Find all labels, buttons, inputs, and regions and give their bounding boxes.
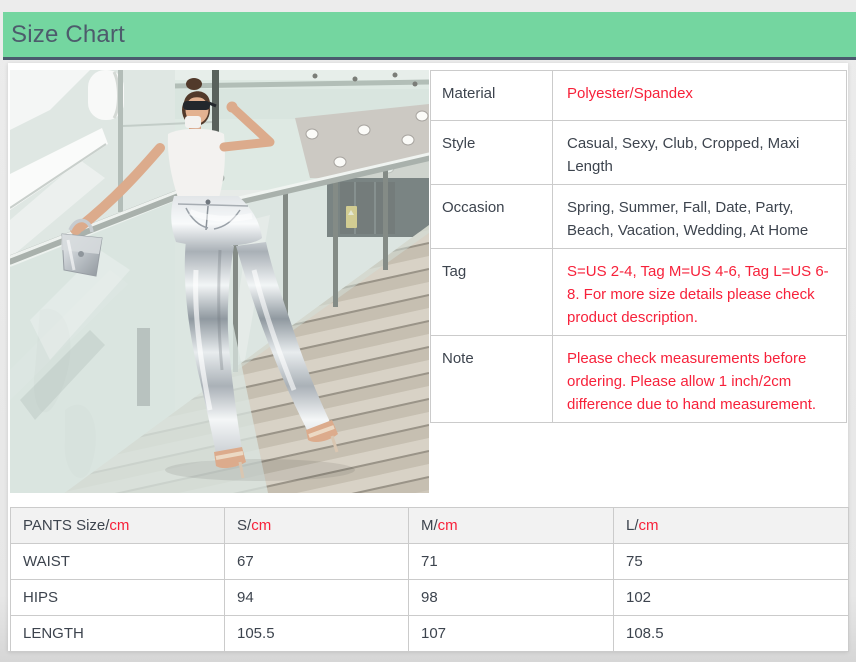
page-title: Size Chart [3,12,856,49]
details-label: Occasion [431,185,553,249]
details-row-note: Note Please check measurements before or… [431,336,847,423]
details-row-occasion: Occasion Spring, Summer, Fall, Date, Par… [431,185,847,249]
size-row-waist: WAIST 67 71 75 [11,544,849,580]
header-unit: cm [438,517,458,534]
staircase-photo-illustration [10,70,429,493]
header-unit: cm [109,517,129,534]
details-label: Note [431,336,553,423]
details-value: Casual, Sexy, Club, Cropped, Maxi Length [553,121,847,185]
header-main: PANTS Size/ [23,517,109,534]
measurement-value: 98 [409,580,614,616]
size-table-header: L/cm [614,508,849,544]
details-row-style: Style Casual, Sexy, Club, Cropped, Maxi … [431,121,847,185]
product-details-table: Material Polyester/Spandex Style Casual,… [430,70,847,423]
size-table-header-row: PANTS Size/cm S/cm M/cm L/cm [11,508,849,544]
measurement-value: 102 [614,580,849,616]
measurement-label: LENGTH [11,616,225,652]
header-main: L/ [626,517,639,534]
measurement-label: WAIST [11,544,225,580]
product-photo [10,70,429,493]
header-unit: cm [639,517,659,534]
size-table-header: M/cm [409,508,614,544]
details-value: S=US 2-4, Tag M=US 4-6, Tag L=US 6-8. Fo… [553,249,847,336]
measurement-value: 108.5 [614,616,849,652]
details-value: Spring, Summer, Fall, Date, Party, Beach… [553,185,847,249]
size-table: PANTS Size/cm S/cm M/cm L/cm WAIST 67 71… [10,507,849,652]
measurement-value: 94 [225,580,409,616]
measurement-value: 67 [225,544,409,580]
details-row-material: Material Polyester/Spandex [431,71,847,121]
page-header: Size Chart [3,12,856,60]
size-table-header: S/cm [225,508,409,544]
header-main: M/ [421,517,438,534]
measurement-value: 71 [409,544,614,580]
size-row-hips: HIPS 94 98 102 [11,580,849,616]
header-main: S/ [237,517,251,534]
size-chart-page: Size Chart [0,0,856,662]
measurement-value: 75 [614,544,849,580]
details-label: Material [431,71,553,121]
size-row-length: LENGTH 105.5 107 108.5 [11,616,849,652]
measurement-value: 105.5 [225,616,409,652]
details-label: Style [431,121,553,185]
details-value: Please check measurements before orderin… [553,336,847,423]
header-unit: cm [251,517,271,534]
details-label: Tag [431,249,553,336]
measurement-value: 107 [409,616,614,652]
details-value: Polyester/Spandex [553,71,847,121]
size-table-header: PANTS Size/cm [11,508,225,544]
details-row-tag: Tag S=US 2-4, Tag M=US 4-6, Tag L=US 6-8… [431,249,847,336]
measurement-label: HIPS [11,580,225,616]
